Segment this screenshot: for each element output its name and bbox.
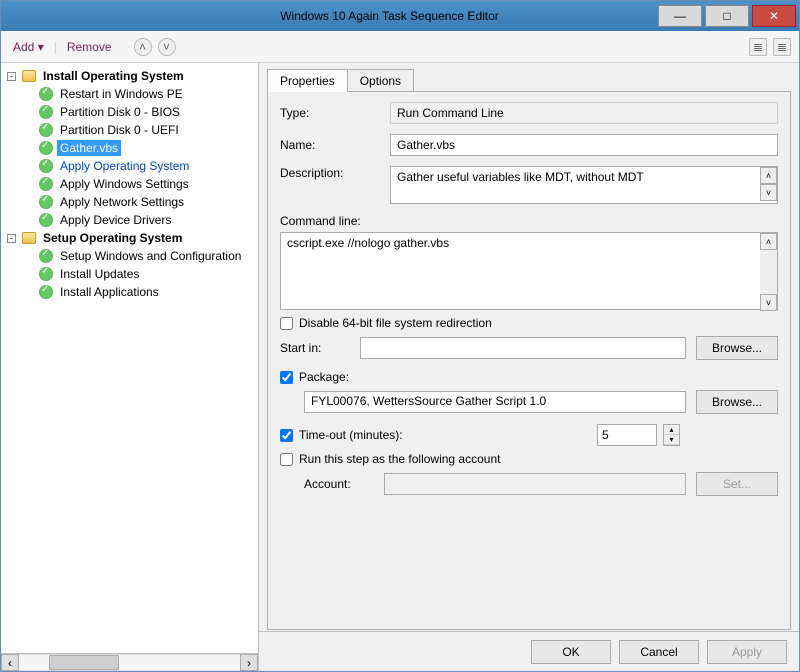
check-icon [39, 159, 53, 173]
step-label[interactable]: Gather.vbs [57, 140, 121, 156]
scroll-down-icon[interactable]: ˅ [760, 184, 777, 201]
step-label[interactable]: Apply Windows Settings [57, 176, 192, 192]
account-label: Account: [304, 477, 374, 491]
step-label[interactable]: Apply Operating System [57, 158, 192, 174]
titlebar: Windows 10 Again Task Sequence Editor — … [1, 1, 799, 31]
startin-label: Start in: [280, 341, 350, 355]
cancel-button[interactable]: Cancel [619, 640, 699, 664]
toolbar-icon-2[interactable]: ≣ [773, 38, 791, 56]
tree-step[interactable]: Partition Disk 0 - BIOS [25, 103, 256, 121]
minimize-button[interactable]: — [658, 5, 702, 27]
account-field [384, 473, 686, 495]
cmd-scroll-down-icon[interactable]: ˅ [760, 294, 777, 311]
apply-button: Apply [707, 640, 787, 664]
type-label: Type: [280, 106, 390, 120]
commandline-field[interactable]: cscript.exe //nologo gather.vbs [280, 232, 778, 310]
check-icon [39, 249, 53, 263]
timeout-field[interactable]: 5 [597, 424, 657, 446]
tree-scrollbar[interactable]: ‹ › [1, 653, 258, 671]
package-label[interactable]: Package: [299, 370, 349, 384]
tree-step[interactable]: Apply Network Settings [25, 193, 256, 211]
step-label[interactable]: Install Applications [57, 284, 162, 300]
package-field[interactable]: FYL00076, WettersSource Gather Script 1.… [304, 391, 686, 413]
tree-step[interactable]: Setup Windows and Configuration [25, 247, 256, 265]
tree-step[interactable]: Partition Disk 0 - UEFI [25, 121, 256, 139]
tree-pane: - Install Operating System Restart in Wind… [1, 63, 259, 671]
cmd-scroll-up-icon[interactable]: ˄ [760, 233, 777, 250]
step-label[interactable]: Setup Windows and Configuration [57, 248, 244, 264]
tree-step[interactable]: Apply Operating System [25, 157, 256, 175]
package-browse-button[interactable]: Browse... [696, 390, 778, 414]
tree-step[interactable]: Apply Device Drivers [25, 211, 256, 229]
check-icon [39, 285, 53, 299]
tab-properties[interactable]: Properties [267, 69, 348, 92]
step-label[interactable]: Restart in Windows PE [57, 86, 186, 102]
scroll-thumb[interactable] [49, 655, 119, 670]
spin-up-icon: ▴ [664, 425, 679, 435]
toolbar: Add ▾ | Remove ˄ ˅ ≣ ≣ [1, 31, 799, 63]
window-title: Windows 10 Again Task Sequence Editor [121, 9, 658, 23]
startin-browse-button[interactable]: Browse... [696, 336, 778, 360]
properties-pane: Properties Options Type: Run Command Lin… [259, 63, 799, 671]
tab-options[interactable]: Options [347, 69, 414, 92]
collapse-icon[interactable]: - [7, 72, 16, 81]
name-label: Name: [280, 138, 390, 152]
runas-checkbox[interactable] [280, 453, 293, 466]
timeout-spinner[interactable]: ▴▾ [663, 424, 680, 446]
maximize-button[interactable]: □ [705, 5, 749, 27]
package-checkbox[interactable] [280, 371, 293, 384]
timeout-label[interactable]: Time-out (minutes): [299, 428, 403, 442]
task-sequence-tree[interactable]: - Install Operating System Restart in Wind… [1, 63, 258, 653]
move-down-icon[interactable]: ˅ [158, 38, 176, 56]
tree-step[interactable]: Restart in Windows PE [25, 85, 256, 103]
spin-down-icon: ▾ [664, 435, 679, 445]
tree-step[interactable]: Gather.vbs [25, 139, 256, 157]
folder-icon [22, 70, 36, 82]
step-label[interactable]: Install Updates [57, 266, 142, 282]
scroll-up-icon[interactable]: ˄ [760, 167, 777, 184]
disable-64bit-label[interactable]: Disable 64-bit file system redirection [299, 316, 492, 330]
tree-step[interactable]: Install Updates [25, 265, 256, 283]
remove-button[interactable]: Remove [63, 38, 116, 56]
tree-step[interactable]: Apply Windows Settings [25, 175, 256, 193]
name-field[interactable]: Gather.vbs [390, 134, 778, 156]
ok-button[interactable]: OK [531, 640, 611, 664]
description-field[interactable]: Gather useful variables like MDT, withou… [390, 166, 778, 204]
move-up-icon[interactable]: ˄ [134, 38, 152, 56]
scroll-right-icon[interactable]: › [240, 654, 258, 671]
dialog-footer: OK Cancel Apply [259, 631, 799, 671]
check-icon [39, 123, 53, 137]
group-label[interactable]: Install Operating System [40, 68, 187, 84]
tree-step[interactable]: Install Applications [25, 283, 256, 301]
step-label[interactable]: Partition Disk 0 - UEFI [57, 122, 182, 138]
runas-label[interactable]: Run this step as the following account [299, 452, 500, 466]
check-icon [39, 177, 53, 191]
type-value: Run Command Line [390, 102, 778, 124]
editor-window: Windows 10 Again Task Sequence Editor — … [0, 0, 800, 672]
startin-field[interactable] [360, 337, 686, 359]
step-label[interactable]: Partition Disk 0 - BIOS [57, 104, 183, 120]
close-button[interactable]: ✕ [752, 5, 796, 27]
check-icon [39, 213, 53, 227]
step-label[interactable]: Apply Device Drivers [57, 212, 174, 228]
check-icon [39, 87, 53, 101]
step-label[interactable]: Apply Network Settings [57, 194, 187, 210]
check-icon [39, 105, 53, 119]
tree-group[interactable]: - Install Operating System [7, 67, 256, 85]
check-icon [39, 141, 53, 155]
toolbar-icon-1[interactable]: ≣ [749, 38, 767, 56]
description-label: Description: [280, 166, 390, 180]
folder-icon [22, 232, 36, 244]
check-icon [39, 195, 53, 209]
add-button[interactable]: Add ▾ [9, 38, 48, 56]
timeout-checkbox[interactable] [280, 429, 293, 442]
set-account-button: Set... [696, 472, 778, 496]
group-label[interactable]: Setup Operating System [40, 230, 185, 246]
disable-64bit-checkbox[interactable] [280, 317, 293, 330]
commandline-label: Command line: [280, 214, 778, 228]
scroll-left-icon[interactable]: ‹ [1, 654, 19, 671]
tree-group[interactable]: - Setup Operating System [7, 229, 256, 247]
check-icon [39, 267, 53, 281]
collapse-icon[interactable]: - [7, 234, 16, 243]
